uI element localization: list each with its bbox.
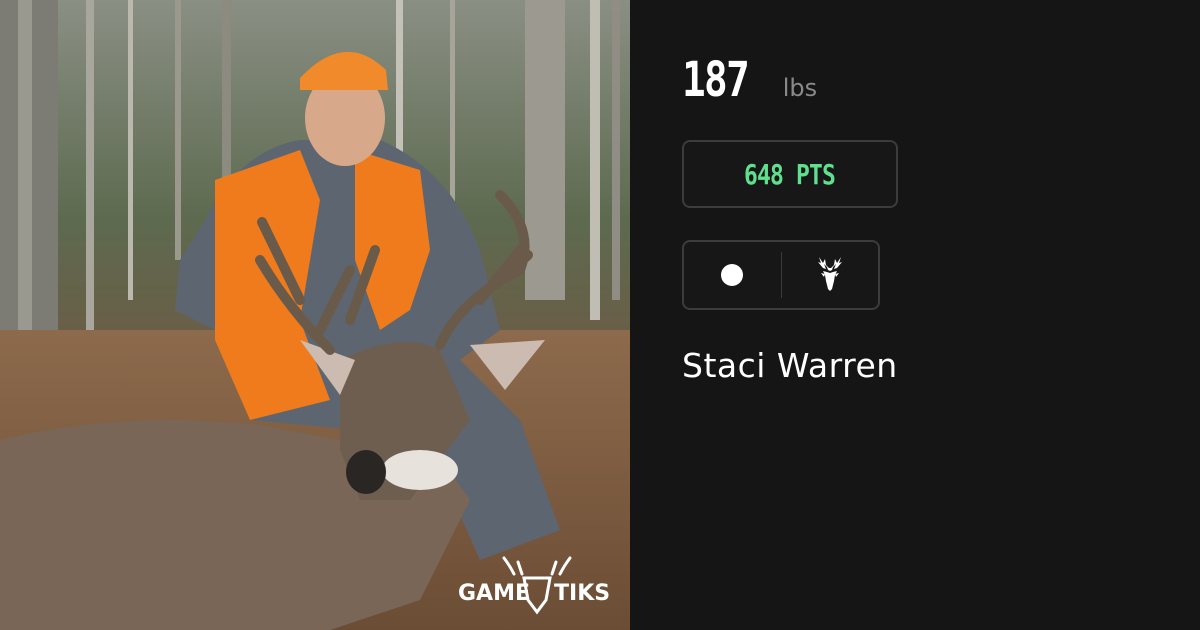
gametiks-logo-icon: GAME TIKS	[458, 556, 610, 615]
harvest-photo: GAME TIKS	[0, 0, 630, 630]
dot-badge	[684, 242, 781, 308]
harvest-card: GAME TIKS 187 lbs 648 PTS Staci Warren	[0, 0, 1200, 630]
weight-row: 187 lbs	[682, 52, 817, 108]
hunter-name: Staci Warren	[682, 346, 898, 385]
svg-text:TIKS: TIKS	[554, 581, 610, 606]
svg-text:GAME: GAME	[458, 581, 530, 606]
dot-icon	[721, 264, 744, 286]
weight-unit: lbs	[782, 74, 818, 102]
gametiks-watermark: GAME TIKS	[452, 552, 622, 618]
score-text: 648 PTS	[744, 157, 836, 191]
weight-value: 187	[682, 52, 750, 108]
deer-head-icon	[817, 257, 842, 291]
score-badge: 648 PTS	[682, 140, 898, 208]
photo-scene	[0, 0, 630, 630]
deer-badge	[782, 242, 879, 308]
icon-badges	[682, 240, 880, 310]
